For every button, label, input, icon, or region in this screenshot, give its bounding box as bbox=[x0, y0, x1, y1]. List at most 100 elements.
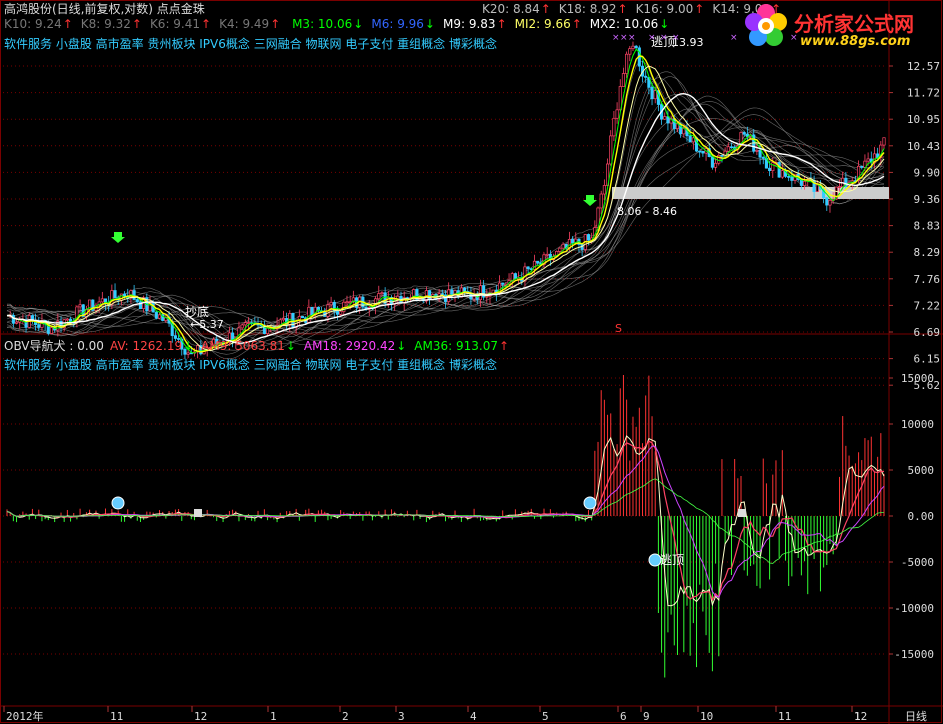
candle-body bbox=[790, 176, 794, 181]
candle-body bbox=[621, 73, 625, 87]
range-label: 8.06 - 8.46 bbox=[617, 205, 677, 218]
arrow-up-icon: ↑ bbox=[131, 17, 142, 31]
arrow-up-icon: ↑ bbox=[496, 17, 507, 31]
price-tick-label: 9.90 bbox=[914, 166, 941, 179]
candle-body bbox=[882, 137, 886, 146]
indicator-value: AM9: 5063.81 bbox=[201, 339, 285, 353]
candle-body bbox=[860, 165, 864, 168]
price-tick-label: 6.15 bbox=[914, 353, 941, 366]
candle-body bbox=[599, 193, 603, 209]
signal-bubble-icon bbox=[583, 496, 597, 510]
arrow-down-icon: ↓ bbox=[659, 17, 670, 31]
indicator-value: K20: 8.84 bbox=[482, 2, 540, 16]
obv-tick-label: 10000 bbox=[901, 418, 934, 431]
arrow-down-icon: ↓ bbox=[396, 339, 407, 353]
candle-body bbox=[714, 162, 718, 168]
candle-body bbox=[526, 266, 530, 270]
candle-body bbox=[663, 116, 667, 120]
candle-body bbox=[113, 290, 117, 299]
ribbon-line bbox=[6, 76, 885, 355]
price-tick-label: 8.83 bbox=[914, 220, 941, 233]
candle-body bbox=[602, 185, 606, 195]
flower-logo-icon bbox=[745, 4, 787, 46]
concept-tags: 软件服务 小盘股 高市盈率 贵州板块 IPV6概念 三网融合 物联网 电子支付 … bbox=[4, 37, 497, 51]
ribbon-line bbox=[6, 95, 885, 351]
candle-body bbox=[634, 45, 638, 49]
arrow-up-icon: ↑ bbox=[498, 339, 510, 353]
indicator-value: AV: 1262.19 bbox=[109, 339, 183, 353]
candle-body bbox=[377, 293, 381, 300]
candle-body bbox=[246, 322, 251, 324]
candle-body bbox=[513, 273, 517, 279]
cross-mark-icon: × bbox=[730, 33, 738, 43]
arrow-up-icon: ↑ bbox=[694, 2, 705, 16]
time-tick-label: 5 bbox=[542, 710, 549, 723]
k-values: K10: 9.24↑ K8: 9.32↑ K6: 9.41↑ K4: 9.49↑ bbox=[4, 17, 288, 31]
candle-body bbox=[345, 301, 349, 304]
price-tick-label: 9.36 bbox=[914, 193, 941, 206]
candle-body bbox=[501, 282, 505, 285]
candle-body bbox=[65, 318, 69, 321]
candle-body bbox=[631, 45, 635, 49]
arrow-up-icon: ↑ bbox=[540, 2, 551, 16]
candle-body bbox=[787, 176, 791, 178]
arrow-down-icon: ↓ bbox=[285, 339, 296, 353]
s-marker: S bbox=[615, 322, 622, 335]
arrow-down-icon bbox=[583, 195, 597, 206]
arrow-down-icon: ↓ bbox=[353, 17, 364, 31]
candle-body bbox=[472, 295, 476, 300]
candle-body bbox=[650, 86, 654, 100]
candle-body bbox=[628, 48, 632, 55]
candle-body bbox=[240, 324, 244, 329]
indicator-values-row: K10: 9.24↑ K8: 9.32↑ K6: 9.41↑ K4: 9.49↑ M3… bbox=[4, 17, 677, 31]
indicator-value: K8: 9.32 bbox=[80, 17, 131, 31]
candle-body bbox=[825, 197, 829, 206]
time-tick-label: 1 bbox=[854, 710, 861, 723]
signal-square-icon bbox=[194, 509, 202, 517]
candle-body bbox=[243, 322, 247, 326]
cross-mark-icon: × bbox=[612, 33, 620, 43]
candle-body bbox=[815, 184, 819, 192]
cross-mark-icon: × bbox=[620, 33, 628, 43]
obv-tick-label: -15000 bbox=[894, 648, 934, 661]
candle-body bbox=[828, 200, 832, 206]
indicator-value: K10: 9.24 bbox=[4, 17, 62, 31]
candle-body bbox=[281, 318, 285, 321]
candle-body bbox=[615, 109, 619, 119]
candle-body bbox=[14, 321, 19, 324]
time-tick-label: 12 bbox=[194, 710, 207, 723]
time-tick-label: 6 bbox=[620, 710, 627, 723]
candle-body bbox=[348, 301, 352, 304]
time-tick-label: 9 bbox=[643, 710, 650, 723]
candle-body bbox=[561, 243, 565, 249]
cross-mark-icon: × bbox=[628, 33, 636, 43]
candle-body bbox=[609, 135, 613, 165]
indicator-value: M3: 10.06 bbox=[292, 17, 353, 31]
candle-body bbox=[558, 247, 562, 252]
candle-body bbox=[666, 116, 670, 124]
candle-body bbox=[758, 150, 762, 158]
price-tick-label: 7.76 bbox=[914, 273, 941, 286]
obv-line bbox=[6, 445, 885, 598]
obv-tick-label: 5000 bbox=[908, 464, 935, 477]
candle-body bbox=[523, 266, 527, 282]
obv-peak-label: 逃顶 bbox=[660, 553, 684, 567]
time-tick-label: 11 bbox=[778, 710, 791, 723]
obv-values: : 0.00 AV: 1262.19↓ AM9: 5063.81↓ AM18: 292… bbox=[69, 339, 517, 353]
time-tick-label: 2012年 bbox=[6, 709, 44, 723]
obv-tick-label: -10000 bbox=[894, 602, 934, 615]
candle-body bbox=[698, 150, 702, 153]
candle-body bbox=[780, 170, 784, 178]
signal-bubble-icon bbox=[111, 496, 125, 510]
obv-indicator bbox=[6, 375, 885, 678]
candle-body bbox=[644, 75, 648, 78]
cross-mark-icon: × bbox=[672, 33, 680, 43]
candle-body bbox=[612, 117, 616, 137]
candle-body bbox=[701, 150, 705, 154]
indicator-value: K18: 8.92 bbox=[558, 2, 617, 16]
arrow-up-icon: ↑ bbox=[270, 17, 281, 31]
candle-body bbox=[653, 90, 657, 100]
obv-tick-label: 15000 bbox=[901, 372, 934, 385]
price-tick-label: 7.22 bbox=[914, 299, 941, 312]
candle-body bbox=[771, 162, 775, 172]
